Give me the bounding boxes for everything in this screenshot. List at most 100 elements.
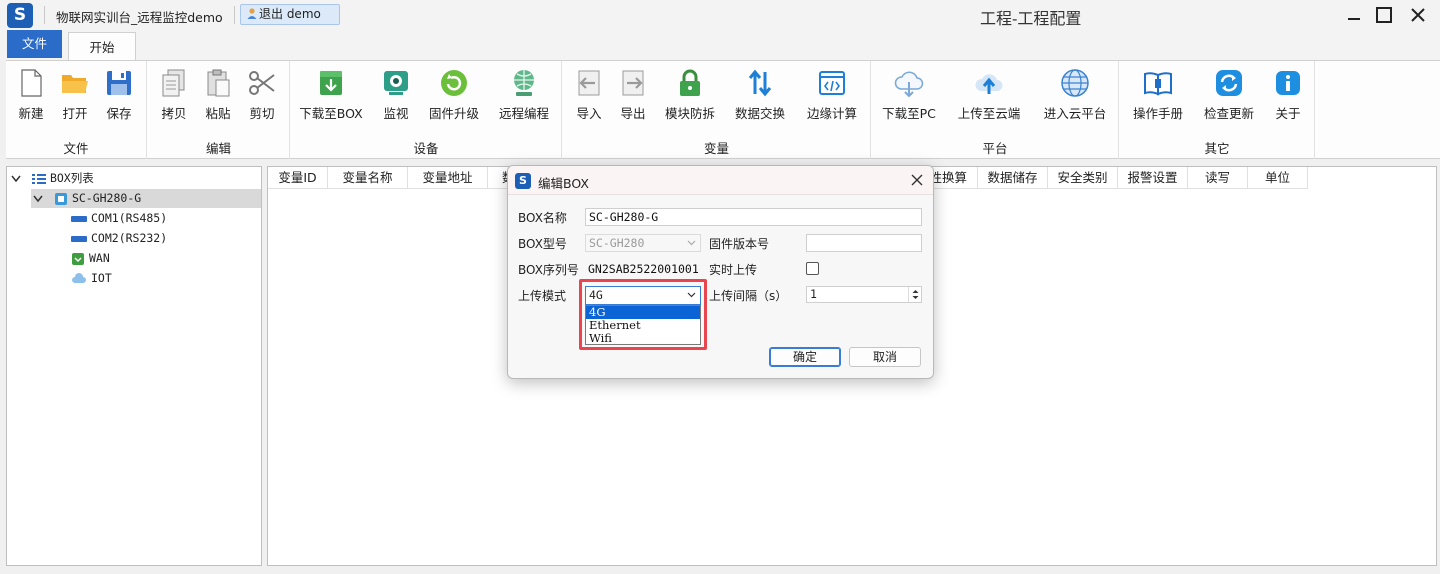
about-label: 关于 [1275, 106, 1301, 121]
new-button[interactable]: 新建 [12, 67, 50, 122]
remote-programming-label: 远程编程 [498, 106, 549, 121]
enter-cloud-platform-button[interactable]: 进入云平台 [1040, 67, 1110, 122]
paste-label: 粘贴 [205, 106, 231, 121]
module-protect-label: 模块防拆 [664, 106, 715, 121]
paste-button[interactable]: 粘贴 [198, 67, 238, 122]
export-button[interactable]: 导出 [615, 67, 651, 122]
column-header[interactable]: 变量地址 [408, 167, 488, 189]
app-logo-icon: S [515, 173, 531, 189]
chevron-down-icon [687, 240, 696, 246]
download-to-box-label: 下载至BOX [299, 106, 363, 121]
tree-item-com2-label: COM2(RS232) [91, 231, 168, 245]
group-label-other: 其它 [1204, 141, 1230, 156]
save-label: 保存 [106, 106, 132, 121]
upload-interval-value: 1 [810, 287, 817, 301]
realtime-upload-checkbox[interactable] [806, 262, 819, 275]
copy-label: 拷贝 [161, 106, 187, 121]
tree-item-box[interactable]: SC-GH280-G [31, 189, 261, 208]
group-label-platform: 平台 [982, 141, 1008, 156]
upload-interval-label: 上传间隔（s） [709, 289, 788, 303]
column-header[interactable]: 数据储存 [978, 167, 1048, 189]
cut-label: 剪切 [249, 106, 275, 121]
edge-compute-button[interactable]: 边缘计算 [803, 67, 861, 122]
about-button[interactable]: 关于 [1270, 67, 1306, 122]
ribbon-group-other: 操作手册 检查更新 关于 其它 [1120, 61, 1315, 159]
column-header[interactable]: 变量ID [268, 167, 328, 189]
group-label-device: 设备 [413, 141, 439, 156]
manual-label: 操作手册 [1132, 106, 1183, 121]
tab-start[interactable]: 开始 [68, 32, 136, 61]
copy-icon [162, 69, 185, 97]
monitor-label: 监视 [383, 106, 409, 121]
maximize-button[interactable] [1372, 4, 1396, 26]
manual-button[interactable]: 操作手册 [1128, 67, 1188, 122]
firmware-version-label: 固件版本号 [709, 237, 770, 251]
download-box-icon [320, 71, 342, 95]
ribbon-group-platform: 下载至PC 上传至云端 进入云平台 平台 [872, 61, 1119, 159]
box-model-select[interactable]: SC-GH280 [585, 234, 701, 252]
minimize-button[interactable] [1342, 4, 1366, 26]
enter-cloud-platform-label: 进入云平台 [1043, 106, 1107, 121]
ribbon: 新建 打开 保存 文件 拷贝 粘贴 剪切 编辑 下载至BOX 监视 固件升级 远… [6, 60, 1440, 159]
monitor-button[interactable]: 监视 [377, 67, 415, 122]
cut-button[interactable]: 剪切 [242, 67, 282, 122]
check-update-button[interactable]: 检查更新 [1200, 67, 1258, 122]
box-name-input[interactable]: SC-GH280-G [585, 208, 922, 226]
save-button[interactable]: 保存 [100, 67, 138, 122]
book-icon [1144, 72, 1172, 96]
highlight-box [579, 279, 707, 350]
logout-label: 退出 demo [259, 7, 321, 21]
chevron-down-icon [33, 195, 43, 202]
firmware-version-input[interactable] [806, 234, 922, 252]
tree-item-wan[interactable]: WAN [71, 251, 110, 265]
column-header[interactable]: 安全类别 [1048, 167, 1118, 189]
download-to-pc-button[interactable]: 下载至PC [880, 67, 938, 122]
divider [44, 6, 45, 24]
data-exchange-button[interactable]: 数据交换 [731, 67, 789, 122]
export-label: 导出 [620, 106, 646, 121]
close-icon [1411, 8, 1425, 22]
upload-interval-spinner[interactable]: 1 [806, 286, 922, 303]
import-icon [578, 70, 600, 96]
monitor-eye-icon [384, 71, 408, 95]
spinner-arrows[interactable] [908, 287, 921, 302]
ribbon-group-device: 下载至BOX 监视 固件升级 远程编程 设备 [291, 61, 562, 159]
column-header[interactable]: 报警设置 [1118, 167, 1188, 189]
firmware-upgrade-label: 固件升级 [428, 106, 479, 121]
column-header[interactable]: 单位 [1248, 167, 1308, 189]
chevron-down-icon [11, 175, 21, 182]
tree-item-iot[interactable]: IOT [71, 271, 112, 285]
maximize-icon [1376, 7, 1392, 23]
tree-root-box-list[interactable]: BOX列表 [11, 170, 94, 186]
box-serial-label: BOX序列号 [518, 263, 579, 277]
title-bar: S 物联网实训台_远程监控demo 退出 demo 工程-工程配置 [0, 0, 1440, 30]
spin-arrows-icon [912, 290, 919, 299]
module-protect-button[interactable]: 模块防拆 [661, 67, 719, 122]
ok-button[interactable]: 确定 [769, 347, 841, 367]
close-window-button[interactable] [1406, 4, 1430, 26]
remote-programming-button[interactable]: 远程编程 [495, 67, 553, 122]
tree-item-com1-label: COM1(RS485) [91, 211, 168, 225]
minimize-icon [1348, 18, 1360, 20]
column-header[interactable]: 读写 [1188, 167, 1248, 189]
code-window-icon [819, 71, 845, 95]
tree-item-com2[interactable]: COM2(RS232) [71, 231, 167, 245]
cancel-button[interactable]: 取消 [849, 347, 921, 367]
box-serial-value: GN2SAB2522001001 [588, 262, 699, 276]
dialog-close-icon[interactable] [909, 172, 925, 188]
group-label-file: 文件 [63, 141, 89, 156]
import-button[interactable]: 导入 [571, 67, 607, 122]
globe-icon [1061, 69, 1089, 97]
tree-item-com1[interactable]: COM1(RS485) [71, 211, 167, 225]
copy-button[interactable]: 拷贝 [154, 67, 194, 122]
tab-file[interactable]: 文件 [7, 30, 62, 58]
column-header[interactable]: 变量名称 [328, 167, 408, 189]
firmware-upgrade-button[interactable]: 固件升级 [425, 67, 483, 122]
download-to-box-button[interactable]: 下载至BOX [299, 67, 363, 122]
upload-to-cloud-button[interactable]: 上传至云端 [954, 67, 1024, 122]
open-button[interactable]: 打开 [56, 67, 94, 122]
refresh-upgrade-icon [441, 70, 467, 96]
logout-button[interactable]: 退出 demo [240, 4, 340, 25]
window-title: 工程-工程配置 [980, 9, 1082, 28]
sync-icon [1216, 70, 1242, 96]
